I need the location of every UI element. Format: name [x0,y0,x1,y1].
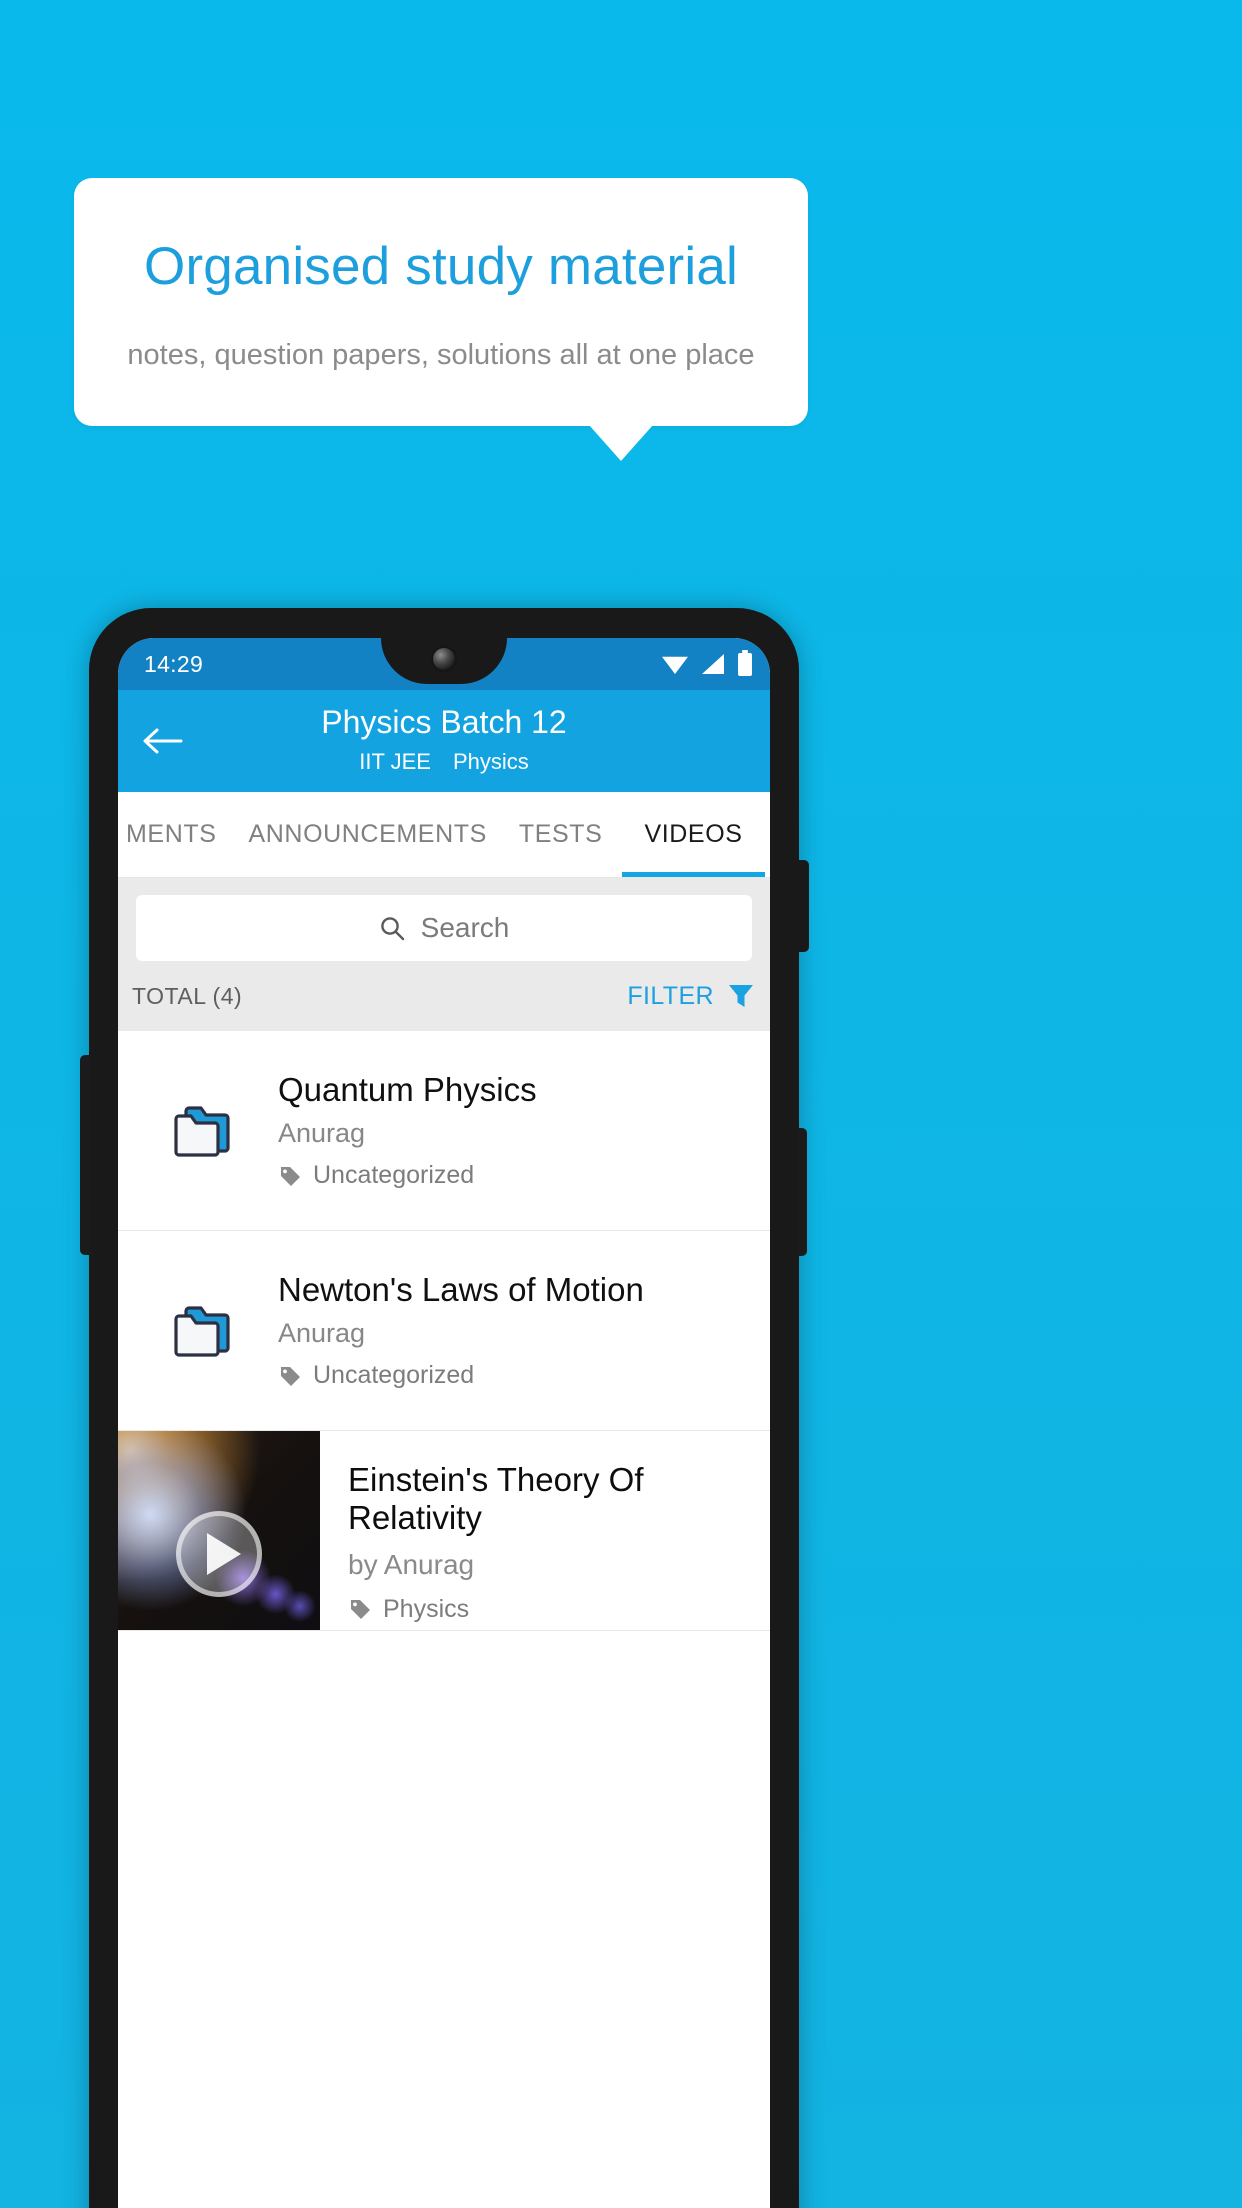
phone-notch [381,638,507,684]
promo-subtitle: notes, question papers, solutions all at… [127,338,755,371]
list-item[interactable]: Newton's Laws of Motion Anurag Uncategor… [118,1231,770,1431]
folder-icon [128,1102,278,1160]
list-toolbar: TOTAL (4) FILTER [118,961,770,1031]
tab-videos[interactable]: VIDEOS [618,792,768,877]
app-bar-subtitle: IIT JEE Physics [359,749,529,775]
search-placeholder: Search [420,912,510,943]
list-item-tag-label: Uncategorized [313,1361,475,1390]
tab-announcements[interactable]: ANNOUNCEMENTS [233,792,503,877]
search-icon [379,915,405,941]
filter-button[interactable]: FILTER [627,981,756,1011]
list-item-title: Einstein's Theory Of Relativity [348,1461,644,1536]
video-thumbnail[interactable] [118,1431,320,1630]
tab-assignments[interactable]: MENTS [118,792,233,877]
list-item-tag-label: Physics [383,1594,470,1623]
phone-side-button-left [80,1055,91,1255]
list-item-title: Quantum Physics [278,1070,537,1108]
phone-screen: 14:29 Physics Batch 12 IIT JEE Physics M… [118,638,770,2208]
promo-card: Organised study material notes, question… [74,178,808,426]
search-input[interactable]: Search [136,895,752,961]
promo-title: Organised study material [144,237,738,297]
list-item-tag: Physics [348,1595,758,1624]
list-item-author: Anurag [278,1118,366,1149]
folder-icon [128,1302,278,1360]
app-bar-course: IIT JEE [359,748,431,774]
battery-icon [738,649,752,676]
front-camera [433,648,455,670]
play-triangle [206,1533,241,1576]
content-list: Quantum Physics Anurag Uncategorized New… [118,1031,770,1631]
list-item-title: Newton's Laws of Motion [278,1270,644,1308]
tag-icon [348,1597,372,1621]
status-bar-time: 14:29 [144,650,204,677]
promo-card-tail [589,425,653,461]
list-item-author: Anurag [278,1318,366,1349]
back-arrow-icon[interactable] [140,723,184,759]
phone-power-button [797,860,809,952]
list-item-author: by Anurag [348,1548,475,1580]
list-item[interactable]: Einstein's Theory Of Relativity by Anura… [118,1431,770,1631]
filter-icon [726,981,756,1011]
list-item[interactable]: Quantum Physics Anurag Uncategorized [118,1031,770,1231]
list-item-body: Quantum Physics Anurag Uncategorized [278,1071,760,1191]
list-item-tag: Uncategorized [278,1161,750,1190]
list-item-tag-label: Uncategorized [313,1161,475,1190]
play-icon[interactable] [176,1511,262,1598]
list-item-body: Newton's Laws of Motion Anurag Uncategor… [278,1271,760,1391]
list-item-body: Einstein's Theory Of Relativity by Anura… [320,1431,770,1630]
tag-icon [278,1164,302,1188]
wifi-icon [662,656,688,674]
filter-button-label: FILTER [627,981,714,1010]
status-bar: 14:29 [118,638,770,690]
status-bar-icons [662,649,752,676]
page-title: Physics Batch 12 [321,703,567,740]
tab-bar: MENTS ANNOUNCEMENTS TESTS VIDEOS [118,792,770,878]
total-count-label: TOTAL (4) [132,982,243,1009]
list-item-tag: Uncategorized [278,1361,750,1390]
search-area: Search [118,878,770,961]
signal-icon [702,654,724,674]
phone-volume-button [797,1128,807,1256]
app-bar: Physics Batch 12 IIT JEE Physics [118,690,770,792]
app-bar-subject: Physics [452,748,529,774]
tab-tests[interactable]: TESTS [503,792,619,877]
tag-icon [278,1364,302,1388]
